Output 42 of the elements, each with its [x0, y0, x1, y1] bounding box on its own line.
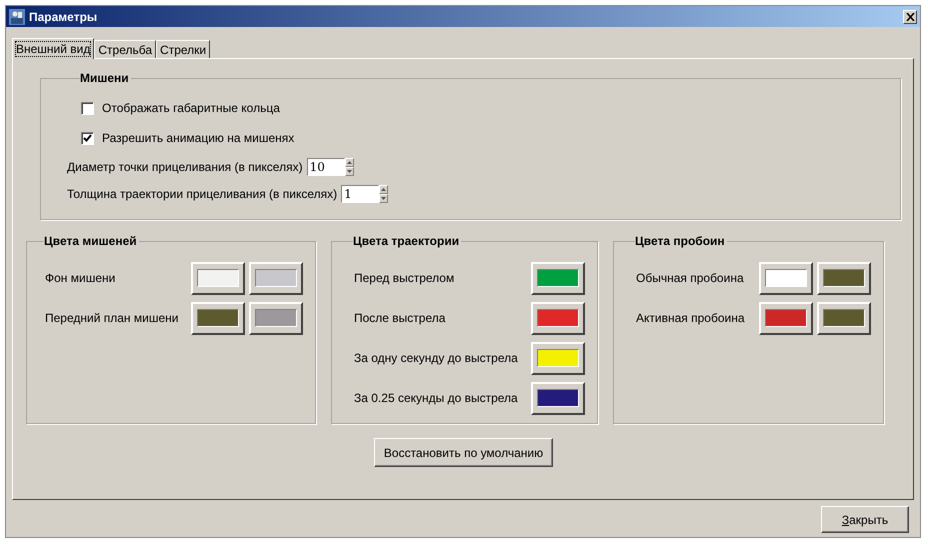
group-title: Цвета траектории — [353, 234, 460, 248]
checkbox[interactable] — [81, 132, 94, 144]
up-arrow-icon[interactable] — [379, 184, 388, 194]
color-button[interactable] — [191, 302, 245, 334]
color-label: За 0.25 секунды до выстрела — [354, 391, 519, 405]
group-title: Мишени — [80, 71, 130, 85]
color-button[interactable] — [759, 262, 813, 294]
tab[interactable]: Внешний вид — [12, 38, 94, 59]
checkbox-label: Разрешить анимацию на мишенях — [102, 131, 294, 145]
group-title: Цвета пробоин — [635, 234, 726, 248]
spinner-label: Толщина траектории прицеливания (в пикселях) — [67, 186, 338, 200]
color-label: Перед выстрелом — [354, 271, 456, 285]
group-title: Цвета мишеней — [44, 234, 138, 248]
checkbox[interactable] — [81, 102, 94, 114]
window-title: Параметры — [29, 10, 98, 24]
color-label: За одну секунду до выстрела — [354, 351, 519, 365]
up-arrow-icon[interactable] — [344, 158, 354, 166]
color-button[interactable] — [531, 302, 585, 334]
color-button[interactable] — [531, 342, 585, 374]
number-spinner[interactable]: 10 — [306, 158, 345, 176]
close-button[interactable]: Закрыть — [821, 506, 909, 533]
color-label: Активная пробоина — [636, 311, 746, 325]
color-button[interactable] — [817, 302, 871, 334]
color-label: Передний план мишени — [45, 311, 180, 325]
tab[interactable]: Стрелки — [156, 40, 210, 58]
number-spinner[interactable]: 1 — [341, 184, 380, 202]
color-button[interactable] — [531, 382, 585, 414]
close-icon[interactable] — [903, 10, 917, 24]
checkbox-label: Отображать габаритные кольца — [102, 101, 280, 115]
color-button[interactable] — [191, 262, 245, 294]
color-button[interactable] — [249, 262, 303, 294]
tab[interactable]: Стрельба — [94, 40, 156, 58]
color-button[interactable] — [249, 302, 303, 334]
color-button[interactable] — [759, 302, 813, 334]
color-button[interactable] — [817, 262, 871, 294]
color-label: Фон мишени — [45, 271, 116, 285]
color-label: Обычная пробоина — [636, 271, 745, 285]
color-button[interactable] — [531, 262, 585, 294]
spinner-label: Диаметр точки прицеливания (в пикселях) — [67, 160, 303, 174]
app-icon — [9, 8, 25, 24]
restore-defaults-button[interactable]: Восстановить по умолчанию — [374, 438, 554, 467]
color-label: После выстрела — [354, 311, 446, 325]
